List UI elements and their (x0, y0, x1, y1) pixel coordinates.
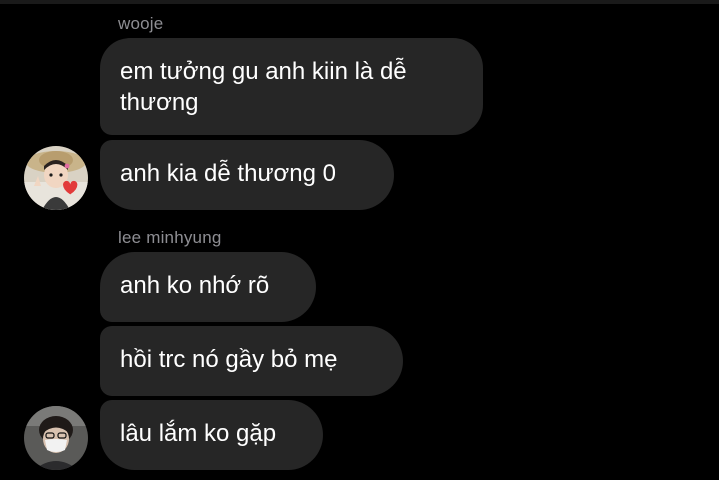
message-bubble[interactable]: lâu lắm ko gặp (100, 400, 323, 470)
message-bubble[interactable]: em tưởng gu anh kiin là dễ thương (100, 38, 483, 135)
message-text: hồi trc nó gầy bỏ mẹ (120, 346, 338, 373)
message-text: lâu lắm ko gặp (120, 420, 277, 447)
message-text: anh kia dễ thương 0 (120, 160, 336, 187)
sender-name: wooje (118, 14, 164, 33)
message-text-line: em tưởng gu anh kiin là dễ (120, 58, 407, 85)
message-bubble[interactable]: anh ko nhớ rõ (100, 252, 316, 322)
user-avatar-icon[interactable] (24, 406, 88, 470)
top-divider (0, 0, 719, 4)
user-avatar-icon[interactable] (24, 146, 88, 210)
message-text-line: thương (120, 89, 199, 116)
message-bubble[interactable]: hồi trc nó gầy bỏ mẹ (100, 326, 403, 396)
message-text: anh ko nhớ rõ (120, 272, 270, 299)
sender-name: lee minhyung (118, 228, 222, 247)
message-bubble[interactable]: anh kia dễ thương 0 (100, 140, 394, 210)
